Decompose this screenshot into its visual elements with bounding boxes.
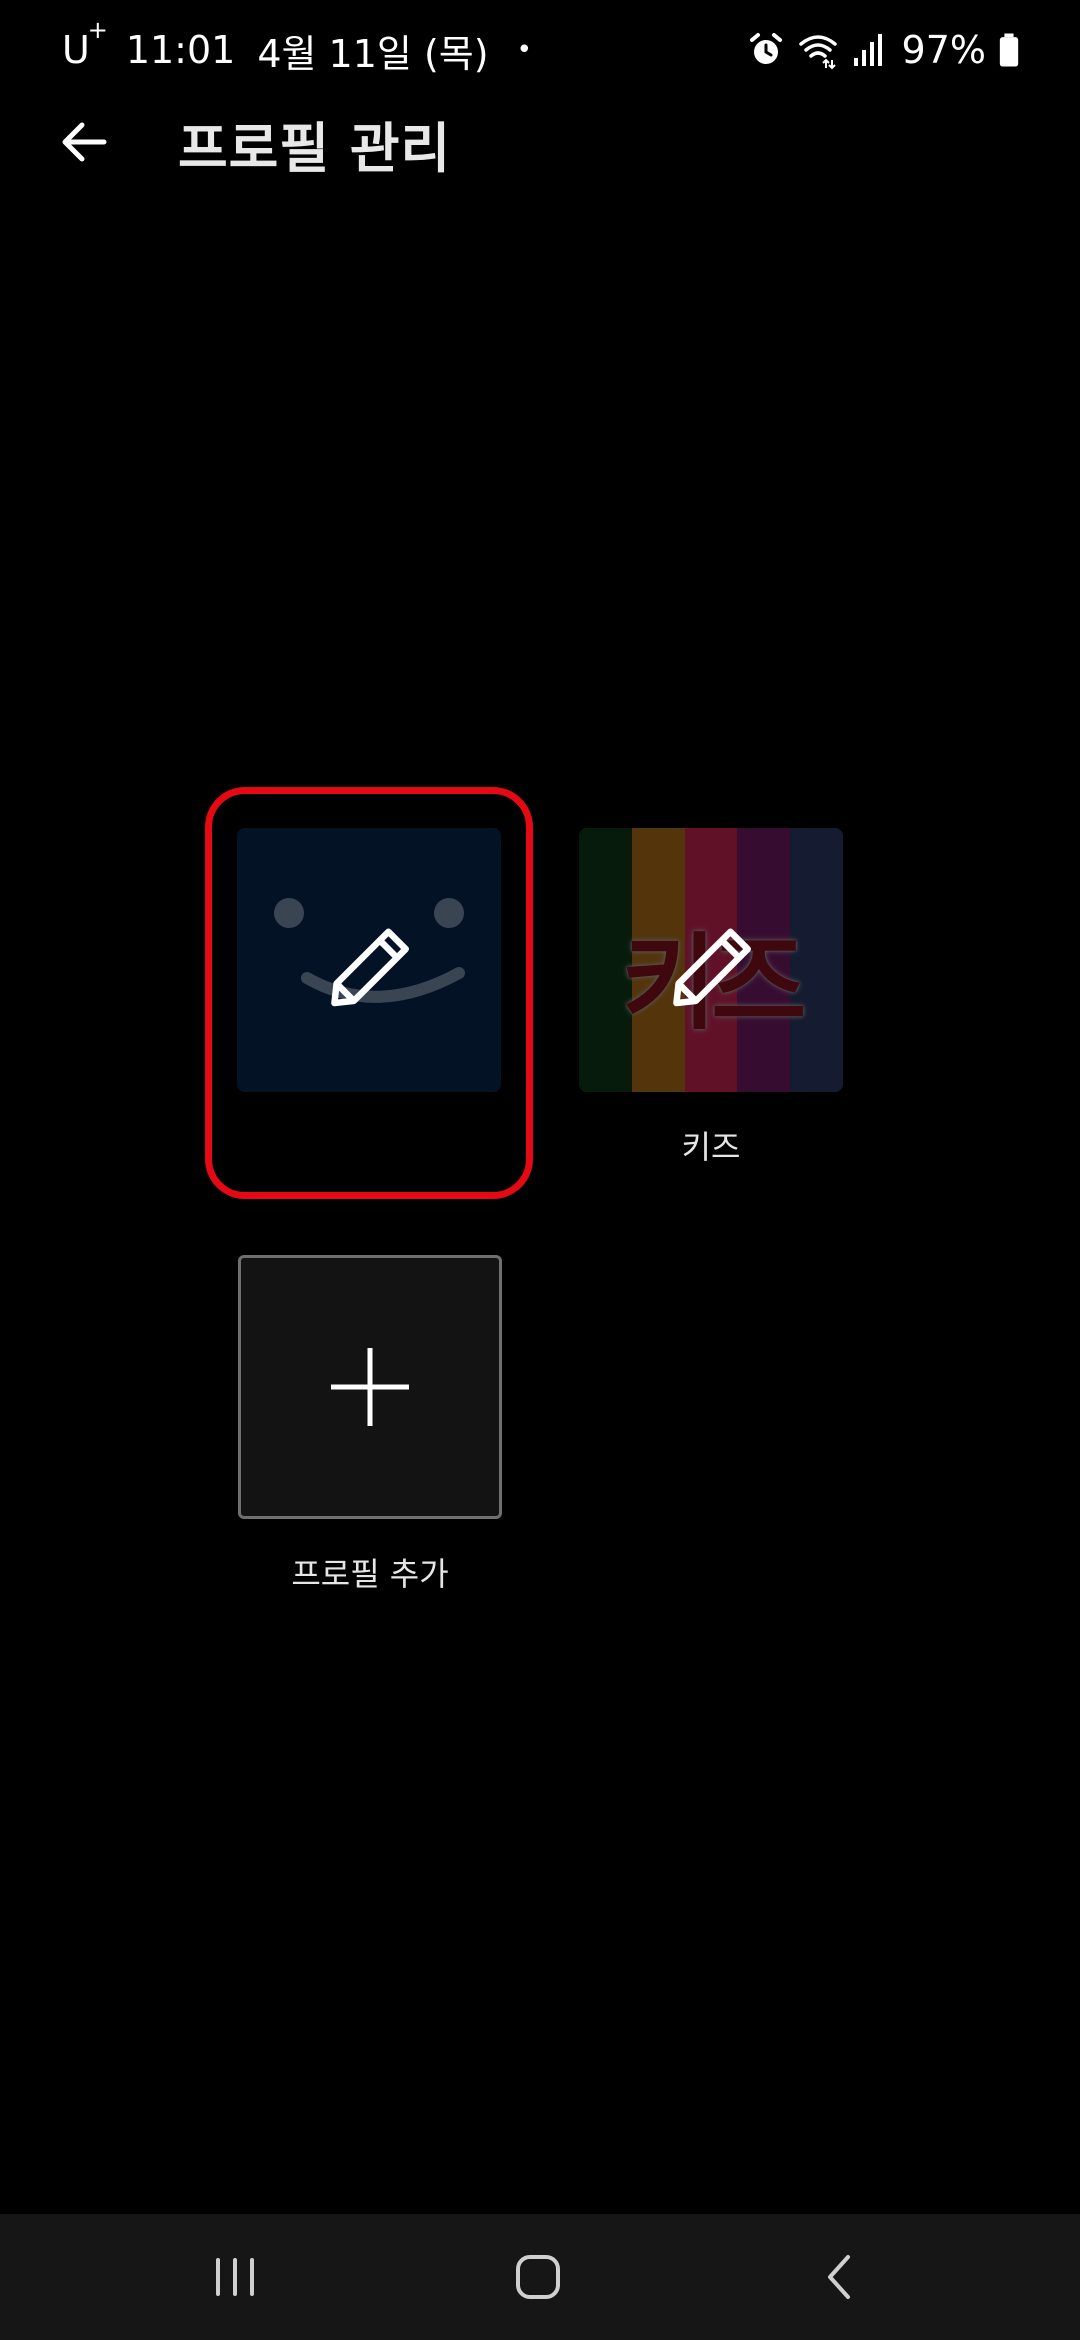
- alarm-icon: [749, 33, 782, 64]
- battery-icon: [999, 33, 1019, 67]
- status-left: U + 11:01 4월 11일 (목) •: [62, 16, 532, 78]
- add-profile-box[interactable]: [238, 1255, 502, 1519]
- header: 프로필 관리: [0, 100, 1080, 184]
- recent-apps-icon: [216, 2258, 254, 2296]
- wifi-icon: [798, 35, 837, 70]
- recent-apps-button[interactable]: [190, 2242, 280, 2312]
- carrier-label: U +: [62, 16, 108, 72]
- add-profile-label: 프로필 추가: [291, 1555, 449, 1593]
- signal-icon: [853, 34, 882, 66]
- screen: U + 11:01 4월 11일 (목) • 97% 프로필 관리 키즈 프로필…: [0, 0, 1080, 2340]
- battery-percent: 97%: [901, 28, 986, 72]
- status-right: 97%: [746, 28, 1020, 72]
- status-bar: U + 11:01 4월 11일 (목) • 97%: [0, 0, 1080, 100]
- profile-main[interactable]: [237, 828, 501, 1122]
- plus-icon: [331, 1348, 409, 1426]
- nav-back-button[interactable]: [795, 2242, 885, 2312]
- profile-kids-avatar[interactable]: 키즈: [579, 828, 843, 1092]
- status-time: 11:01: [125, 28, 236, 72]
- add-profile-button[interactable]: 프로필 추가: [238, 1255, 502, 1595]
- pencil-icon: [331, 928, 409, 1007]
- pencil-icon: [673, 928, 751, 1007]
- home-icon: [516, 2255, 560, 2299]
- notification-dot: •: [516, 35, 532, 65]
- page-title: 프로필 관리: [178, 117, 452, 180]
- navigation-bar: [0, 2214, 1080, 2340]
- profile-main-avatar[interactable]: [237, 828, 501, 1092]
- profile-kids[interactable]: 키즈 키즈: [579, 828, 843, 1168]
- home-button[interactable]: [493, 2242, 583, 2312]
- status-date: 4월 11일 (목): [257, 31, 489, 76]
- back-button[interactable]: [52, 114, 116, 170]
- arrow-left-icon: [62, 122, 107, 162]
- profile-kids-name: 키즈: [681, 1128, 741, 1166]
- back-icon: [828, 2255, 850, 2299]
- carrier-sup: +: [87, 16, 108, 44]
